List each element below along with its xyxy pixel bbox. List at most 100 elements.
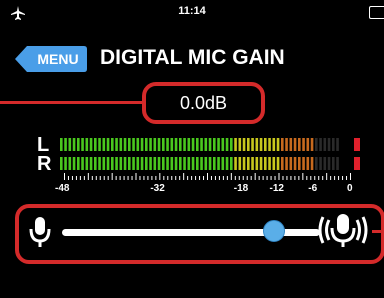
meter-tick [310, 176, 312, 180]
meter-tick [131, 176, 133, 180]
meter-tick [95, 176, 97, 180]
meter-segment [247, 157, 250, 170]
meter-scale-label: -12 [269, 183, 284, 194]
meter-segment [315, 157, 318, 170]
meter-tick [115, 176, 117, 180]
meter-segment [259, 157, 263, 170]
meter-segment [98, 157, 101, 170]
meter-tick [290, 176, 292, 180]
meter-segment [323, 138, 327, 151]
meter-segment [191, 138, 195, 151]
meter-tick [222, 176, 224, 180]
meter-tick [167, 176, 169, 180]
meter-segment [230, 157, 233, 170]
meter-segment [336, 157, 339, 170]
meter-segment [123, 157, 127, 170]
gain-slider-thumb[interactable] [262, 220, 285, 242]
meter-segment [64, 138, 67, 151]
meter-segment [72, 157, 76, 170]
meter-segment [302, 157, 305, 170]
meter-tick [278, 173, 280, 180]
meter-segment [145, 138, 148, 151]
meter-segment [64, 157, 67, 170]
meter-segment [153, 157, 157, 170]
meter-segment [204, 138, 208, 151]
meter-segment [77, 157, 80, 170]
meter-tick [147, 176, 149, 180]
meter-tick [306, 176, 308, 180]
meter-segment [162, 138, 165, 151]
meter-segment [115, 157, 118, 170]
meter-tick [214, 176, 216, 180]
meter-segment [238, 157, 242, 170]
meter-tick [87, 173, 89, 180]
meter-segment [94, 157, 97, 170]
meter-peak-indicator [354, 138, 360, 151]
meter-segment [106, 157, 110, 170]
meter-tick [71, 176, 73, 180]
meter-tick [318, 176, 320, 180]
meter-tick [123, 176, 125, 180]
meter-segment [289, 138, 293, 151]
meter-segment [102, 157, 106, 170]
meter-segment [289, 157, 293, 170]
meter-tick [210, 176, 212, 180]
meter-segment [89, 138, 93, 151]
meter-peak-indicator [354, 157, 360, 170]
meter-segment [179, 157, 182, 170]
meter-scale-label: 0 [347, 183, 353, 194]
meter-tick [294, 176, 296, 180]
meter-segment [140, 157, 144, 170]
meter-segment [302, 138, 305, 151]
meter-segment [85, 138, 89, 151]
meter-tick [119, 176, 121, 180]
meter-tick [250, 176, 252, 180]
meter-segment [132, 138, 135, 151]
meter-tick [314, 176, 316, 180]
meter-segment [310, 157, 314, 170]
meter-tick [282, 176, 284, 180]
meter-segment [298, 138, 301, 151]
meter-segment [327, 138, 331, 151]
meter-scale-label: -18 [233, 183, 249, 194]
meter-tick [326, 173, 328, 180]
meter-segment [242, 157, 246, 170]
meter-segment [221, 138, 225, 151]
microphone-icon [28, 215, 52, 256]
meter-segment [225, 138, 229, 151]
meter-segment [208, 157, 212, 170]
meter-segment [259, 138, 263, 151]
meter-tick [183, 173, 185, 180]
meter-segment [264, 157, 267, 170]
meter-tick [226, 176, 228, 180]
meter-tick [350, 173, 351, 180]
meter-segment [306, 138, 310, 151]
meter-segment [179, 138, 182, 151]
meter-segment [268, 157, 271, 170]
microphone-loud-icon [318, 211, 368, 256]
meter-segment [204, 157, 208, 170]
meter-segment [234, 157, 237, 170]
meter-segment [285, 157, 288, 170]
meter-segment [174, 157, 178, 170]
meter-tick [127, 176, 129, 180]
meter-segment [276, 138, 280, 151]
meter-segment [94, 138, 97, 151]
meter-segment [255, 157, 259, 170]
meter-tick [64, 173, 65, 180]
meter-segment [115, 138, 118, 151]
meter-tick [266, 176, 268, 180]
meter-segment [98, 138, 101, 151]
meter-tick [75, 176, 77, 180]
meter-segment [187, 157, 191, 170]
meter-segment [60, 157, 63, 170]
meter-segment [191, 157, 195, 170]
meter-tick [99, 176, 101, 180]
meter-segment [149, 138, 152, 151]
meter-segment [247, 138, 250, 151]
meter-tick [234, 176, 236, 180]
meter-tick [175, 176, 177, 180]
meter-segment [196, 157, 199, 170]
meter-segment [68, 157, 72, 170]
level-meter [60, 138, 360, 180]
